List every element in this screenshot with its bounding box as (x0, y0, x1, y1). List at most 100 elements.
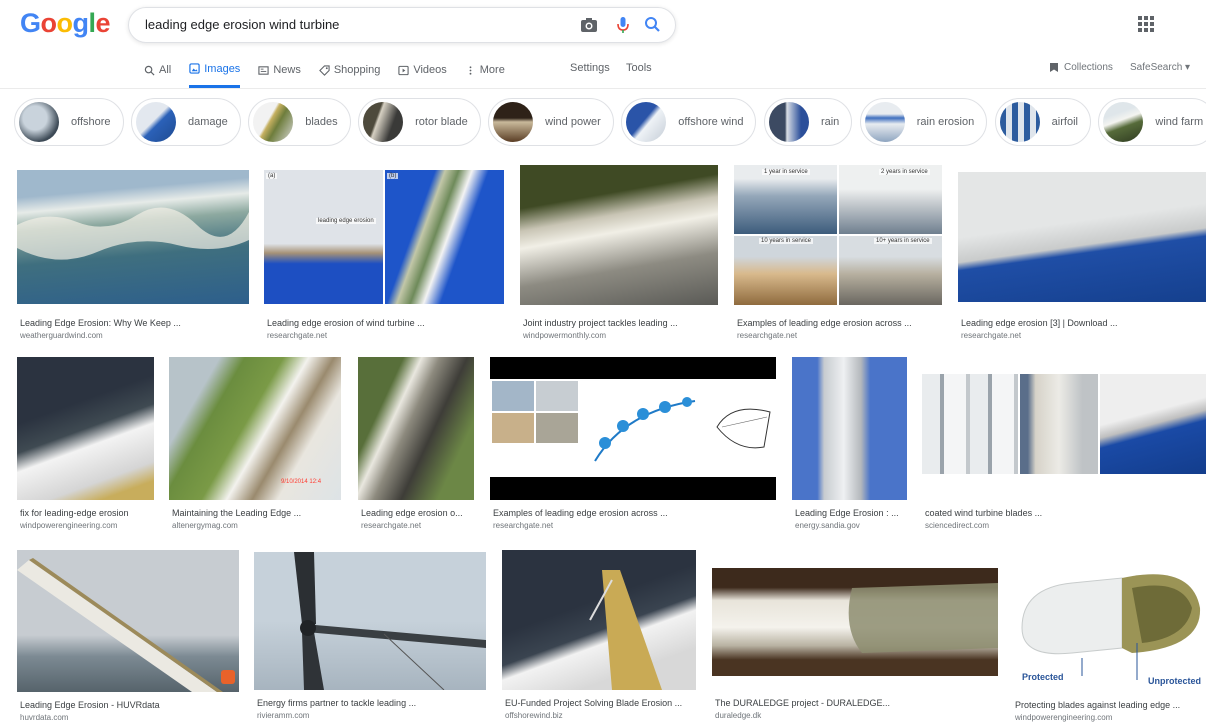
image-result[interactable]: fix for leading-edge erosion windpoweren… (17, 357, 154, 537)
result-thumbnail[interactable]: 9/10/2014 12:4 (169, 357, 341, 500)
result-source[interactable]: windpowermonthly.com (523, 331, 606, 340)
settings-link[interactable]: Settings (570, 62, 610, 74)
tab-news[interactable]: News (258, 58, 301, 82)
camera-icon[interactable] (579, 15, 599, 35)
chip-rotor-blade[interactable]: rotor blade (358, 98, 481, 146)
result-source[interactable]: researchgate.net (361, 521, 421, 530)
result-thumbnail[interactable] (17, 550, 239, 692)
result-source[interactable]: windpowerengineering.com (1015, 713, 1112, 722)
result-title[interactable]: coated wind turbine blades ... (925, 508, 1206, 518)
safesearch-toggle[interactable]: SafeSearch ▾ (1130, 62, 1190, 73)
result-thumbnail[interactable] (254, 552, 486, 690)
chip-label: rain (820, 116, 840, 128)
result-thumbnail[interactable] (520, 165, 718, 305)
result-title[interactable]: Leading edge erosion o... (361, 508, 474, 518)
image-result[interactable]: 1 year in service 2 years in service 10 … (734, 165, 942, 345)
result-thumbnail[interactable]: Protected Unprotected (1012, 548, 1206, 690)
image-result[interactable]: Leading Edge Erosion: Why We Keep ... we… (17, 170, 249, 345)
image-result[interactable]: EU-Funded Project Solving Blade Erosion … (502, 550, 696, 726)
result-title[interactable]: fix for leading-edge erosion (20, 508, 154, 518)
chip-rain-erosion[interactable]: rain erosion (859, 98, 988, 146)
result-title[interactable]: EU-Funded Project Solving Blade Erosion … (505, 698, 696, 708)
search-input[interactable]: leading edge erosion wind turbine (145, 17, 339, 32)
result-title[interactable]: Energy firms partner to tackle leading .… (257, 698, 486, 708)
chip-offshore[interactable]: offshore (14, 98, 124, 146)
dots-icon (469, 65, 472, 75)
result-thumbnail[interactable] (358, 357, 474, 500)
image-result[interactable]: Leading Edge Erosion - HUVRdata huvrdata… (17, 550, 239, 726)
image-result[interactable]: Leading edge erosion o... researchgate.n… (358, 357, 474, 537)
chip-thumbnail (253, 102, 294, 142)
panel-label: 10 years in service (759, 238, 814, 244)
result-title[interactable]: Maintaining the Leading Edge ... (172, 508, 341, 518)
tab-videos[interactable]: Videos (398, 58, 447, 82)
chip-rain[interactable]: rain (763, 98, 853, 146)
result-thumbnail[interactable]: (a) (b) leading edge erosion (264, 170, 504, 304)
result-title[interactable]: Leading Edge Erosion : ... (795, 508, 907, 518)
chip-wind-farm[interactable]: wind farm (1098, 98, 1206, 146)
result-source[interactable]: windpowerengineering.com (20, 521, 117, 530)
chip-wind-power[interactable]: wind power (488, 98, 614, 146)
result-thumbnail[interactable] (490, 357, 776, 500)
panel-label: 10+ years in service (874, 238, 932, 244)
result-source[interactable]: researchgate.net (267, 331, 327, 340)
google-logo[interactable]: Google (20, 8, 111, 39)
image-result[interactable]: Energy firms partner to tackle leading .… (254, 552, 486, 726)
collections-link[interactable]: Collections (1049, 62, 1113, 73)
result-title[interactable]: Protecting blades against leading edge .… (1015, 700, 1206, 710)
image-result[interactable]: Protected Unprotected Protecting blades … (1012, 548, 1206, 726)
result-thumbnail[interactable] (502, 550, 696, 690)
annotation-label: leading edge erosion (316, 218, 376, 224)
result-source[interactable]: researchgate.net (737, 331, 797, 340)
image-result[interactable]: Leading Edge Erosion : ... energy.sandia… (792, 357, 907, 537)
search-icon[interactable] (643, 15, 663, 35)
result-source[interactable]: rivieramm.com (257, 711, 309, 720)
apps-grid-icon[interactable] (1138, 16, 1154, 32)
search-box[interactable]: leading edge erosion wind turbine (128, 7, 676, 43)
result-thumbnail[interactable] (17, 357, 154, 500)
result-thumbnail[interactable]: 1 year in service 2 years in service 10 … (734, 165, 942, 305)
chip-blades[interactable]: blades (248, 98, 351, 146)
result-source[interactable]: duraledge.dk (715, 711, 761, 720)
result-title[interactable]: Leading Edge Erosion - HUVRdata (20, 700, 239, 710)
result-title[interactable]: Examples of leading edge erosion across … (493, 508, 776, 518)
image-result[interactable]: The DURALEDGE project - DURALEDGE... dur… (712, 568, 998, 726)
chip-offshore-wind[interactable]: offshore wind (621, 98, 757, 146)
result-source[interactable]: sciencedirect.com (925, 521, 989, 530)
result-thumbnail[interactable] (958, 172, 1206, 302)
image-result[interactable]: Leading edge erosion [3] | Download ... … (958, 172, 1206, 345)
result-title[interactable]: Leading Edge Erosion: Why We Keep ... (20, 318, 249, 328)
watermark-icon (221, 670, 235, 684)
result-thumbnail[interactable] (17, 170, 249, 304)
result-thumbnail[interactable] (792, 357, 907, 500)
tab-images[interactable]: Images (189, 58, 241, 88)
image-result[interactable]: coated wind turbine blades ... sciencedi… (922, 374, 1206, 537)
tab-all[interactable]: All (144, 58, 171, 82)
result-title[interactable]: Examples of leading edge erosion across … (737, 318, 942, 328)
blade-tip-image (589, 570, 662, 690)
image-result[interactable]: Joint industry project tackles leading .… (520, 165, 718, 345)
result-thumbnail[interactable] (922, 374, 1206, 500)
image-result[interactable]: (a) (b) leading edge erosion Leading edg… (264, 170, 504, 345)
result-source[interactable]: altenergymag.com (172, 521, 238, 530)
result-title[interactable]: Leading edge erosion [3] | Download ... (961, 318, 1206, 328)
chip-airfoil[interactable]: airfoil (994, 98, 1091, 146)
tab-shopping[interactable]: Shopping (318, 58, 380, 82)
chip-thumbnail (19, 102, 59, 142)
result-title[interactable]: The DURALEDGE project - DURALEDGE... (715, 698, 998, 708)
result-thumbnail[interactable] (712, 568, 998, 676)
result-title[interactable]: Leading edge erosion of wind turbine ... (267, 318, 504, 328)
result-source[interactable]: energy.sandia.gov (795, 521, 860, 530)
result-source[interactable]: researchgate.net (961, 331, 1021, 340)
result-source[interactable]: weatherguardwind.com (20, 331, 103, 340)
tools-link[interactable]: Tools (626, 62, 652, 74)
result-source[interactable]: offshorewind.biz (505, 711, 563, 720)
result-source[interactable]: huvrdata.com (20, 713, 68, 722)
image-result[interactable]: Examples of leading edge erosion across … (490, 357, 776, 537)
chip-damage[interactable]: damage (131, 98, 241, 146)
result-title[interactable]: Joint industry project tackles leading .… (523, 318, 718, 328)
result-source[interactable]: researchgate.net (493, 521, 553, 530)
mic-icon[interactable] (613, 15, 633, 35)
image-result[interactable]: 9/10/2014 12:4 Maintaining the Leading E… (169, 357, 341, 537)
tab-more[interactable]: More (465, 58, 505, 82)
